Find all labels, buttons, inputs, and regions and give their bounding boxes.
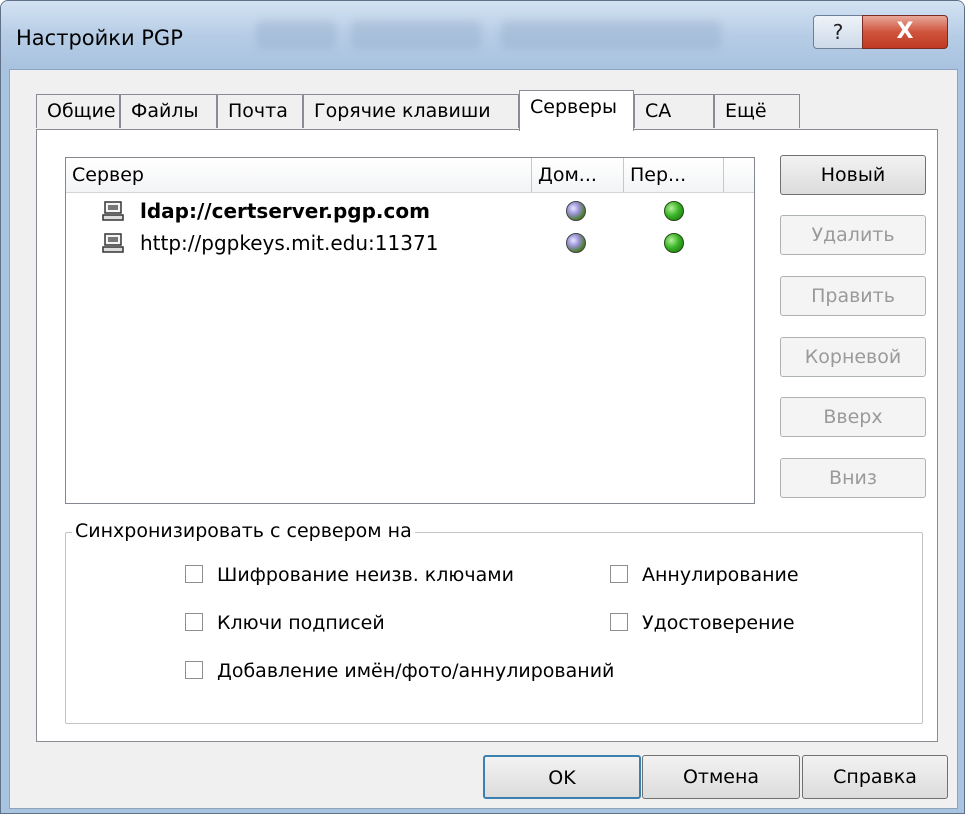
background-blur	[256, 21, 336, 49]
background-blur	[501, 21, 721, 49]
root-server-button[interactable]: Корневой	[780, 337, 926, 377]
tab-hotkeys[interactable]: Горячие клавиши	[303, 94, 519, 128]
checkbox-label: Шифрование неизв. ключами	[217, 564, 514, 586]
pgp-settings-window: Настройки PGP ? X Общие Файлы Почта Горя…	[0, 0, 965, 814]
help-title-button[interactable]: ?	[813, 15, 863, 49]
computer-icon	[102, 233, 124, 253]
server-list[interactable]: Сервер Дом... Пер... ldap://certserver.p…	[65, 157, 755, 504]
delete-server-button[interactable]: Удалить	[780, 215, 926, 255]
checkbox-box[interactable]	[185, 613, 203, 631]
move-down-button[interactable]: Вниз	[780, 458, 926, 498]
tab-ca[interactable]: CA	[634, 94, 714, 128]
column-root[interactable]: Пер...	[624, 158, 724, 192]
tab-servers[interactable]: Серверы	[519, 90, 634, 131]
title-bar[interactable]: Настройки PGP ? X	[1, 1, 964, 69]
column-server[interactable]: Сервер	[66, 158, 532, 192]
ok-button[interactable]: OK	[483, 755, 641, 799]
checkbox-box[interactable]	[185, 661, 203, 679]
server-row[interactable]: http://pgpkeys.mit.edu:11371	[66, 227, 754, 259]
server-address: ldap://certserver.pgp.com	[140, 199, 430, 223]
checkbox-box[interactable]	[610, 613, 628, 631]
green-dot-icon	[664, 201, 684, 221]
help-button[interactable]: Справка	[802, 755, 948, 799]
background-blur	[351, 21, 481, 49]
move-up-button[interactable]: Вверх	[780, 397, 926, 437]
checkbox-label: Добавление имён/фото/аннулирований	[217, 660, 615, 682]
tab-general[interactable]: Общие	[36, 94, 120, 128]
globe-icon	[566, 201, 586, 221]
checkbox-box[interactable]	[185, 565, 203, 583]
close-button[interactable]: X	[862, 15, 948, 49]
servers-panel: Сервер Дом... Пер... ldap://certserver.p…	[36, 129, 938, 742]
tab-more[interactable]: Ещё	[714, 94, 800, 128]
edit-server-button[interactable]: Править	[780, 276, 926, 316]
checkbox-label: Удостоверение	[642, 612, 795, 634]
cancel-button[interactable]: Отмена	[642, 755, 800, 799]
globe-icon	[566, 233, 586, 253]
sync-group-title: Синхронизировать с сервером на	[72, 520, 415, 542]
window-title: Настройки PGP	[16, 26, 183, 50]
server-address: http://pgpkeys.mit.edu:11371	[140, 231, 439, 255]
column-domain[interactable]: Дом...	[532, 158, 624, 192]
checkbox-box[interactable]	[610, 565, 628, 583]
checkbox-label: Аннулирование	[642, 564, 799, 586]
tab-files[interactable]: Файлы	[120, 94, 217, 128]
computer-icon	[102, 201, 124, 221]
server-row[interactable]: ldap://certserver.pgp.com	[66, 195, 754, 227]
server-list-header: Сервер Дом... Пер...	[66, 158, 754, 193]
tab-mail[interactable]: Почта	[217, 94, 303, 128]
new-server-button[interactable]: Новый	[780, 155, 926, 195]
sync-group: Синхронизировать с сервером на Шифровани…	[65, 520, 923, 724]
checkbox-label: Ключи подписей	[217, 612, 385, 634]
green-dot-icon	[664, 233, 684, 253]
dialog-client-area: Общие Файлы Почта Горячие клавиши Сервер…	[9, 69, 958, 809]
